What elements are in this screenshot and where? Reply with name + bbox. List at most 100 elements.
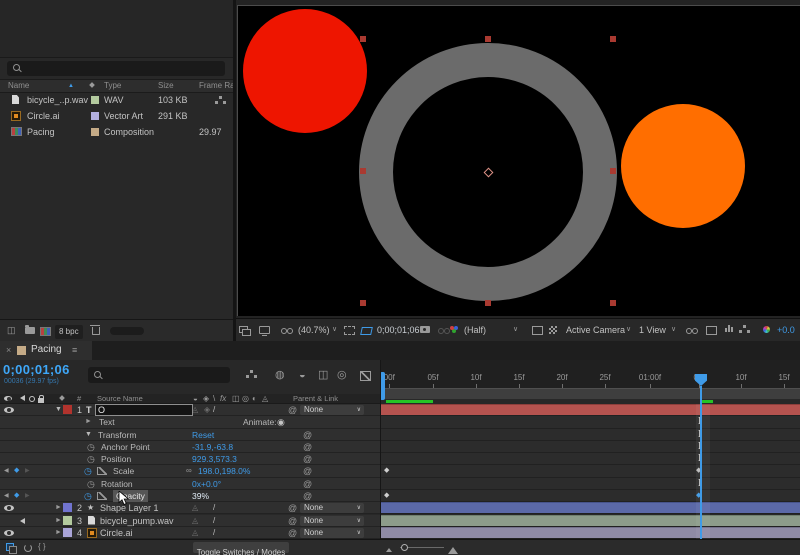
- parent-dropdown[interactable]: None ∨: [300, 503, 364, 513]
- layer-row-1[interactable]: ▼ 1 T ◬ ◈ / @ None ∨: [0, 404, 380, 416]
- label-swatch[interactable]: [63, 528, 72, 537]
- layer-bar-audio[interactable]: [381, 515, 800, 527]
- expander-icon[interactable]: ►: [55, 502, 62, 514]
- track-row-opacity[interactable]: ◆ ◆: [381, 490, 800, 502]
- group-label-transform[interactable]: Transform: [98, 429, 136, 441]
- pickwhip-icon[interactable]: @: [288, 515, 297, 527]
- property-label[interactable]: Position: [101, 453, 131, 465]
- prev-keyframe-icon[interactable]: ◀: [4, 465, 9, 477]
- label-swatch[interactable]: [91, 112, 99, 120]
- target-region-icon[interactable]: [532, 326, 543, 335]
- pickwhip-icon[interactable]: @: [303, 429, 312, 441]
- stopwatch-icon[interactable]: ◷: [84, 465, 92, 477]
- property-group-text[interactable]: ► Text Animate: ◉: [0, 416, 380, 428]
- current-timecode[interactable]: 0;00;01;06: [3, 362, 70, 377]
- property-row-position[interactable]: ◷ Position 929.3,573.3 @: [0, 453, 380, 465]
- layer-bar-vector[interactable]: [381, 527, 800, 539]
- pickwhip-icon[interactable]: @: [303, 478, 312, 490]
- project-search-input[interactable]: [7, 61, 225, 76]
- selection-handle[interactable]: [360, 168, 366, 174]
- chevron-down-icon[interactable]: ∨: [626, 324, 631, 336]
- pixel-aspect-icon[interactable]: [686, 328, 692, 334]
- snapshot-camera-icon[interactable]: [420, 326, 430, 333]
- transfer-controls-icon[interactable]: [24, 544, 32, 552]
- property-label[interactable]: Rotation: [101, 478, 133, 490]
- column-size[interactable]: Size: [158, 80, 174, 92]
- quality-switch-icon[interactable]: /: [213, 527, 215, 539]
- expander-icon[interactable]: ►: [85, 416, 92, 428]
- pickwhip-icon[interactable]: @: [288, 527, 297, 539]
- motion-blur-icon[interactable]: ◎: [337, 369, 347, 381]
- pickwhip-icon[interactable]: @: [303, 453, 312, 465]
- label-swatch[interactable]: [91, 128, 99, 136]
- close-icon[interactable]: ×: [6, 344, 11, 356]
- column-name[interactable]: Name: [8, 80, 29, 92]
- flowchart-icon[interactable]: [743, 325, 746, 328]
- graph-icon[interactable]: [97, 467, 107, 475]
- toggle-switches-modes-button[interactable]: Toggle Switches / Modes: [193, 542, 289, 553]
- rotation-value[interactable]: 0x+0.0°: [192, 478, 221, 490]
- draft-3d-icon[interactable]: ◍: [275, 369, 285, 381]
- property-row-scale[interactable]: ◀ ◆ ▶ ◷ Scale ∞ 198.0,198.0% @: [0, 465, 380, 477]
- reset-exposure-icon[interactable]: [763, 326, 770, 333]
- timeline-graph-icon[interactable]: [725, 328, 727, 332]
- property-row-opacity[interactable]: ◀ ◆ ▶ ◷ Opacity 39% @: [0, 490, 380, 502]
- eye-icon[interactable]: [4, 505, 14, 511]
- layer-row-2[interactable]: ► 2 ★ Shape Layer 1 ◬ / @ None ∨: [0, 502, 380, 514]
- parent-dropdown[interactable]: None ∨: [300, 516, 364, 526]
- sort-ascending-icon[interactable]: ▲: [68, 80, 74, 92]
- frame-blend-icon[interactable]: ◫: [318, 369, 328, 381]
- selection-handle[interactable]: [485, 300, 491, 306]
- selection-handle[interactable]: [360, 36, 366, 42]
- chevron-down-icon[interactable]: ∨: [332, 324, 337, 336]
- graph-icon[interactable]: [97, 492, 107, 500]
- item-name[interactable]: Pacing: [27, 126, 55, 138]
- label-column-icon[interactable]: [89, 82, 95, 88]
- view-layout-dropdown[interactable]: 1 View: [639, 324, 666, 336]
- layer-bar-text[interactable]: [381, 404, 800, 416]
- item-name[interactable]: bicycle_..p.wav: [27, 94, 88, 106]
- expander-icon[interactable]: ►: [55, 515, 62, 527]
- selection-handle[interactable]: [485, 36, 491, 42]
- track-row[interactable]: I: [381, 478, 800, 490]
- channels-icon[interactable]: [450, 326, 454, 330]
- mask-visibility-icon[interactable]: [360, 327, 373, 335]
- eye-icon[interactable]: [4, 407, 14, 413]
- mini-flowchart-icon[interactable]: [250, 370, 253, 373]
- next-keyframe-icon[interactable]: ▶: [25, 490, 30, 502]
- property-label[interactable]: Anchor Point: [101, 441, 150, 453]
- quality-switch-icon[interactable]: /: [213, 515, 215, 527]
- parent-dropdown[interactable]: None ∨: [300, 528, 364, 538]
- keyframe-toggle-icon[interactable]: ◆: [14, 465, 19, 477]
- stopwatch-icon[interactable]: ◷: [84, 490, 92, 502]
- graph-editor-icon[interactable]: [360, 371, 371, 381]
- link-icon[interactable]: ∞: [186, 465, 192, 477]
- quality-switch-icon[interactable]: /: [213, 404, 215, 416]
- layer-name[interactable]: Circle.ai: [100, 527, 133, 539]
- in-out-panes-icon[interactable]: { }: [38, 541, 46, 553]
- interpret-footage-icon[interactable]: ◫: [7, 324, 16, 336]
- selection-handle[interactable]: [610, 168, 616, 174]
- track-row-scale[interactable]: ◆ ◆: [381, 465, 800, 477]
- orange-circle-shape[interactable]: [621, 104, 745, 228]
- scrollbar-thumb[interactable]: [110, 327, 144, 335]
- quality-switch-icon[interactable]: /: [213, 502, 215, 514]
- chevron-down-icon[interactable]: ∨: [513, 324, 518, 336]
- stopwatch-icon[interactable]: ◷: [87, 453, 95, 465]
- track-row[interactable]: I: [381, 441, 800, 453]
- group-label-text[interactable]: Text: [99, 416, 115, 428]
- expander-icon[interactable]: ►: [55, 527, 62, 539]
- project-row-wav[interactable]: bicycle_..p.wav WAV 103 KB: [0, 92, 233, 108]
- label-swatch[interactable]: [63, 503, 72, 512]
- pickwhip-icon[interactable]: @: [303, 465, 312, 477]
- property-row-rotation[interactable]: ◷ Rotation 0x+0.0° @: [0, 478, 380, 490]
- layer-bar-shape[interactable]: [381, 502, 800, 514]
- zoom-slider-knob[interactable]: [401, 544, 408, 551]
- label-swatch[interactable]: [63, 516, 72, 525]
- magnification-dropdown[interactable]: (40.7%): [298, 324, 330, 336]
- anchor-point-value[interactable]: -31.9,-63.8: [192, 441, 233, 453]
- transparency-grid-icon[interactable]: [549, 326, 557, 334]
- transform-reset-link[interactable]: Reset: [192, 429, 214, 441]
- cube-3d-switch-icon[interactable]: ◬: [192, 404, 198, 416]
- keyframe-icon[interactable]: ◆: [384, 465, 389, 477]
